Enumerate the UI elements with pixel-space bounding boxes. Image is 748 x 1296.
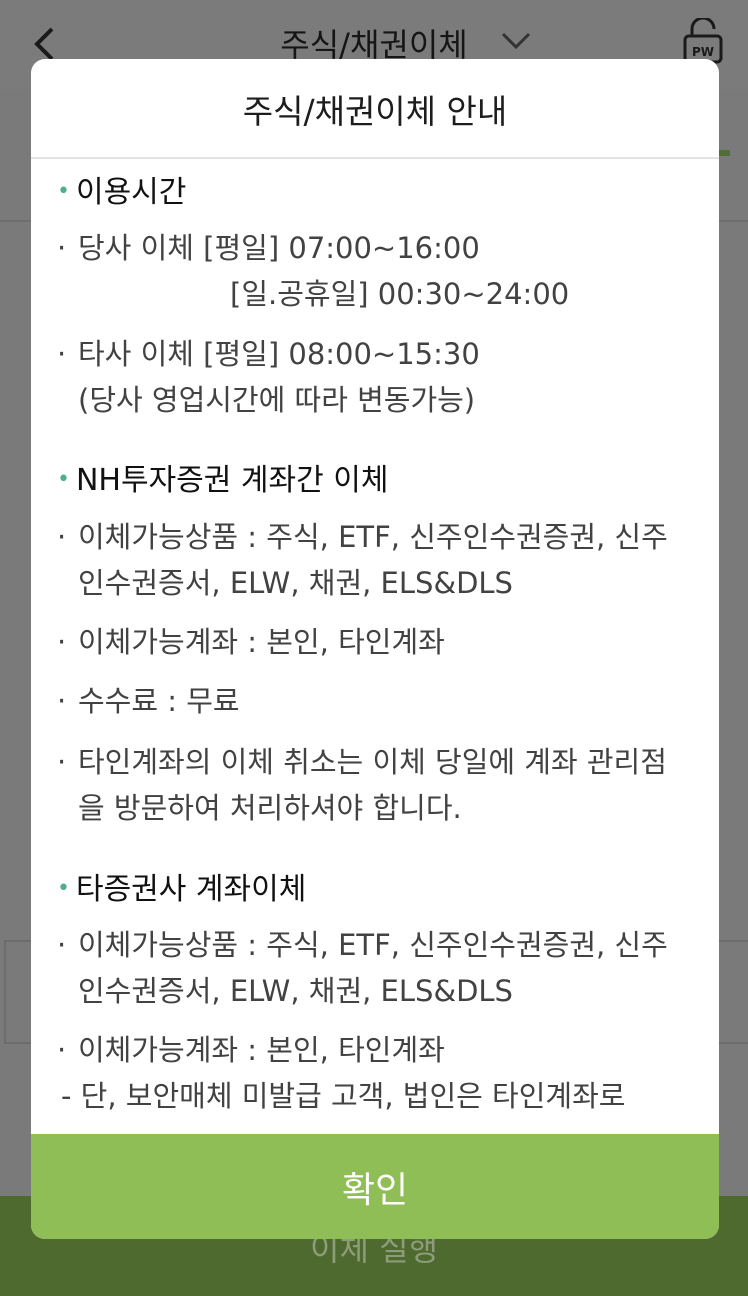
confirm-button-label: 확인: [341, 1169, 409, 1211]
bullet-icon: ·: [57, 337, 67, 371]
section-dot-icon: •: [57, 179, 70, 204]
list-item: · 타사 이체 [평일] 08:00~15:30: [57, 331, 687, 377]
list-item-extra: [일.공휴일] 00:30~24:00: [230, 277, 570, 311]
modal-title: 주식/채권이체 안내: [242, 92, 508, 131]
list-item: · 이체가능계좌 : 본인, 타인계좌: [57, 1027, 687, 1073]
section-dot-icon: •: [57, 467, 70, 492]
list-item: · 타인계좌의 이체 취소는 이체 당일에 계좌 관리점을 방문하여 처리하셔야…: [57, 739, 687, 831]
modal-content[interactable]: • 이용시간 · 당사 이체 [평일] 07:00~16:00 [일.공휴일] 0…: [31, 159, 719, 1134]
bullet-icon: ·: [57, 1033, 67, 1067]
lock-badge: PW: [692, 45, 714, 59]
section-heading-internal: • NH투자증권 계좌간 이체: [57, 463, 389, 498]
list-item: · 이체가능계좌 : 본인, 타인계좌: [57, 619, 687, 665]
bullet-icon: ·: [57, 684, 67, 718]
section-dot-icon: •: [57, 876, 70, 901]
list-item: · 당사 이체 [평일] 07:00~16:00: [57, 225, 687, 271]
list-item: · 수수료 : 무료: [57, 678, 687, 724]
password-lock-icon[interactable]: PW: [682, 18, 724, 64]
bullet-icon: ·: [57, 745, 67, 779]
confirm-button[interactable]: 확인: [31, 1134, 719, 1239]
bullet-icon: ·: [57, 928, 67, 962]
bullet-icon: ·: [57, 625, 67, 659]
list-item: · 이체가능상품 : 주식, ETF, 신주인수권증권, 신주인수권증서, EL…: [57, 922, 687, 1014]
list-item: · 이체가능상품 : 주식, ETF, 신주인수권증권, 신주인수권증서, EL…: [57, 514, 687, 606]
section-heading-external: • 타증권사 계좌이체: [57, 872, 307, 907]
list-item-extra: (당사 영업시간에 따라 변동가능): [78, 383, 476, 417]
bullet-icon: ·: [57, 231, 67, 265]
section-heading-hours: • 이용시간: [57, 175, 187, 210]
modal-header: 주식/채권이체 안내: [31, 59, 719, 159]
list-item-note: - 단, 보안매체 미발급 고객, 법인은 타인계좌로: [61, 1079, 626, 1113]
bullet-icon: ·: [57, 520, 67, 554]
chevron-down-icon[interactable]: [500, 30, 532, 52]
info-modal: 주식/채권이체 안내 • 이용시간 · 당사 이체 [평일] 07:00~16:0…: [31, 59, 719, 1239]
